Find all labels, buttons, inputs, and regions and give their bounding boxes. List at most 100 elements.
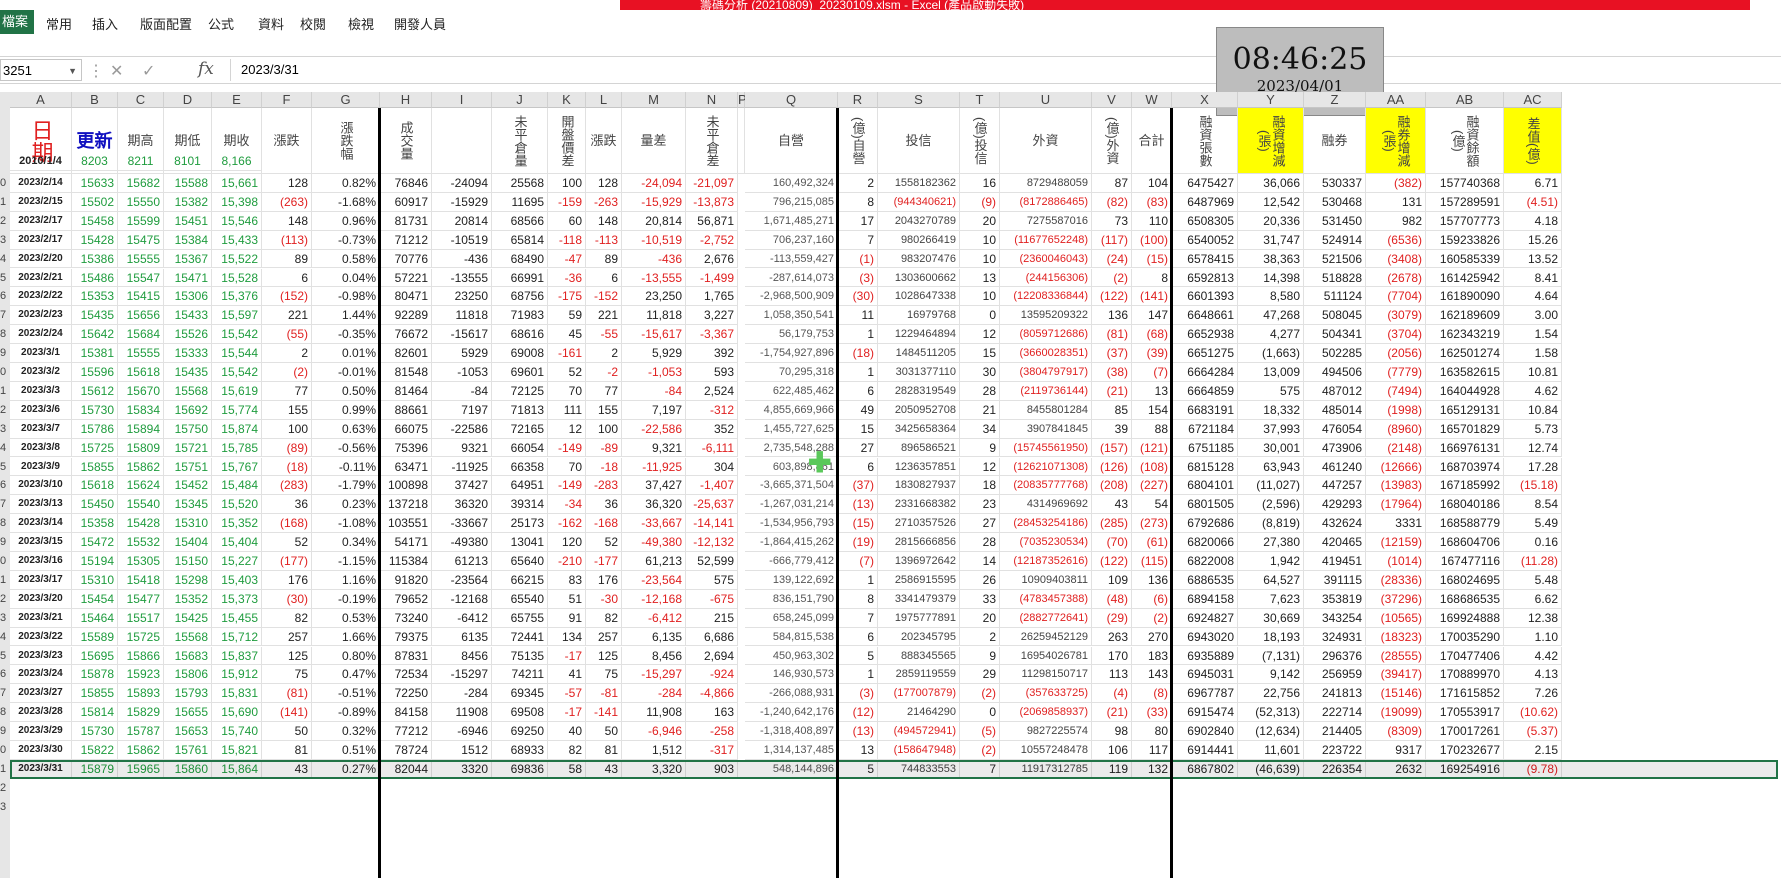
row-number[interactable]: 1	[0, 381, 10, 401]
cancel-icon[interactable]: ✕	[110, 61, 123, 81]
table-cell: (89)	[262, 438, 312, 458]
table-cell: 72125	[492, 381, 548, 401]
table-cell: -1.08%	[312, 514, 380, 534]
table-cell: 41	[548, 665, 586, 685]
tab-7[interactable]: 開發人員	[394, 14, 446, 33]
column-header-R[interactable]: R	[838, 92, 878, 108]
column-header-Z[interactable]: Z	[1304, 92, 1366, 108]
insert-function-icon[interactable]: fx	[198, 59, 214, 79]
column-header-C[interactable]: C	[118, 92, 164, 108]
column-header-W[interactable]: W	[1132, 92, 1172, 108]
column-header-B[interactable]: B	[72, 92, 118, 108]
column-header-N[interactable]: N	[686, 92, 738, 108]
row-number[interactable]: 0	[0, 741, 10, 760]
table-cell: 15310	[72, 570, 118, 590]
row-number[interactable]: 1	[0, 570, 10, 590]
row-number[interactable]: 5	[0, 268, 10, 288]
table-cell: -1.79%	[312, 476, 380, 496]
row-number[interactable]: 9	[0, 533, 10, 552]
table-cell: 12,542	[1238, 192, 1304, 212]
column-header-U[interactable]: U	[1000, 92, 1092, 108]
column-header-L[interactable]: L	[586, 92, 622, 108]
table-cell: -24,094	[622, 174, 686, 193]
table-cell: 15435	[72, 306, 118, 326]
table-cell: -210	[548, 552, 586, 571]
row-number[interactable]: 6	[0, 665, 10, 685]
row-number[interactable]: 2	[0, 400, 10, 420]
table-cell: 100	[548, 174, 586, 193]
table-cell: 15428	[118, 514, 164, 534]
table-cell: 1	[838, 665, 878, 685]
row-number[interactable]: 4	[0, 249, 10, 269]
row-number[interactable]: 1	[0, 192, 10, 212]
row-number[interactable]: 2	[0, 778, 10, 798]
formula-bar: 3251 ▼ ⋮ ✕ ✓ fx 2023/3/31	[0, 56, 1781, 84]
column-header-AB[interactable]: AB	[1426, 92, 1504, 108]
table-cell: 65540	[492, 589, 548, 609]
tab-0[interactable]: 常用	[46, 14, 72, 33]
tab-1[interactable]: 插入	[92, 14, 118, 33]
column-header-E[interactable]: E	[212, 92, 262, 108]
row-number[interactable]: 9	[0, 344, 10, 363]
column-header-F[interactable]: F	[262, 92, 312, 108]
column-header-D[interactable]: D	[164, 92, 212, 108]
formula-input[interactable]: 2023/3/31	[230, 59, 1771, 81]
enter-icon[interactable]: ✓	[142, 61, 155, 81]
row-number[interactable]: 5	[0, 457, 10, 477]
table-cell: 1.44%	[312, 306, 380, 326]
row-number[interactable]: 8	[0, 325, 10, 345]
row-number[interactable]: 7	[0, 495, 10, 515]
row-number[interactable]: 2	[0, 211, 10, 231]
tab-6[interactable]: 檢視	[348, 14, 374, 33]
row-number[interactable]: 0	[0, 363, 10, 382]
tab-3[interactable]: 公式	[208, 14, 234, 33]
column-header-K[interactable]: K	[548, 92, 586, 108]
column-header-Y[interactable]: Y	[1238, 92, 1304, 108]
column-header-I[interactable]: I	[432, 92, 492, 108]
column-header-AC[interactable]: AC	[1504, 92, 1562, 108]
tab-5[interactable]: 校閱	[300, 14, 326, 33]
table-cell: 146,930,573	[745, 665, 838, 685]
table-cell: (6)	[1132, 589, 1172, 609]
row-number[interactable]: 7	[0, 684, 10, 704]
row-number[interactable]: 4	[0, 627, 10, 647]
row-number[interactable]: 1	[0, 759, 10, 779]
table-cell: (1)	[838, 249, 878, 269]
column-header-T[interactable]: T	[960, 92, 1000, 108]
table-cell: -317	[686, 741, 738, 760]
chevron-down-icon[interactable]: ▼	[66, 60, 77, 82]
column-header-S[interactable]: S	[878, 92, 960, 108]
column-header-AA[interactable]: AA	[1366, 92, 1426, 108]
row-number[interactable]: 5	[0, 646, 10, 666]
tab-2[interactable]: 版面配置	[140, 14, 192, 33]
row-number[interactable]: 9	[0, 722, 10, 741]
row-number[interactable]: 3	[0, 230, 10, 250]
column-header-X[interactable]: X	[1172, 92, 1238, 108]
row-number[interactable]: 7	[0, 306, 10, 326]
row-number[interactable]: 0	[0, 174, 10, 193]
column-header-A[interactable]: A	[10, 92, 72, 108]
row-number[interactable]: 3	[0, 608, 10, 628]
row-number[interactable]: 8	[0, 703, 10, 723]
column-header-J[interactable]: J	[492, 92, 548, 108]
row-number[interactable]: 6	[0, 287, 10, 307]
column-header-Q[interactable]: Q	[745, 92, 838, 108]
row-number[interactable]: 3	[0, 419, 10, 439]
row-number[interactable]: 2	[0, 589, 10, 609]
row-number[interactable]: 0	[0, 552, 10, 571]
tab-file[interactable]: 檔案	[0, 10, 34, 34]
table-cell: -57	[548, 684, 586, 704]
row-number[interactable]: 8	[0, 514, 10, 534]
tab-4[interactable]: 資料	[258, 14, 284, 33]
row-number[interactable]: 6	[0, 476, 10, 496]
column-header-M[interactable]: M	[622, 92, 686, 108]
selected-row[interactable]	[10, 759, 1778, 779]
column-header-P[interactable]: P	[738, 92, 747, 108]
column-header-V[interactable]: V	[1092, 92, 1132, 108]
column-header-G[interactable]: G	[312, 92, 380, 108]
table-cell: 13595209322	[1000, 306, 1092, 326]
row-number[interactable]: 3	[0, 797, 10, 817]
column-header-H[interactable]: H	[380, 92, 432, 108]
name-box[interactable]: 3251 ▼	[0, 59, 82, 81]
row-number[interactable]: 4	[0, 438, 10, 458]
